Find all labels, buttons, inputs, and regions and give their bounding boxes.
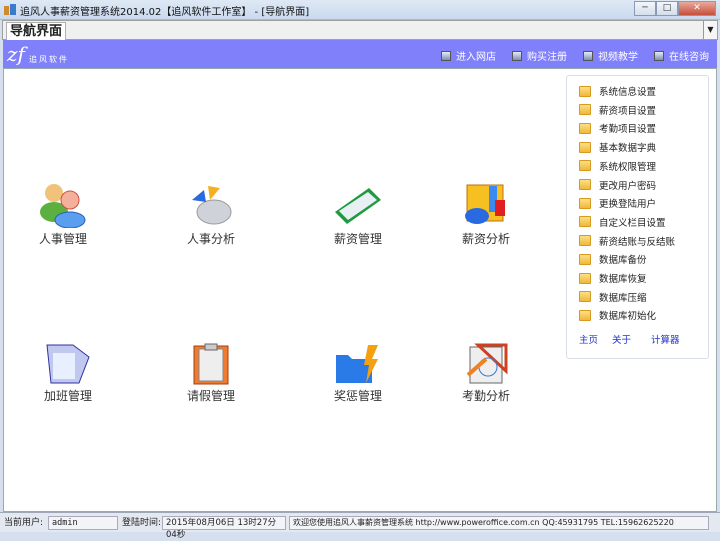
panel-item-label: 数据库初始化 — [599, 311, 657, 323]
module-hr-analysis[interactable]: 人事分析 — [161, 182, 261, 247]
note-icon — [579, 122, 591, 134]
banner: zf 追风软件 进入网店 购买注册 视频教学 在线咨询 — [3, 40, 717, 68]
pie-chart-icon — [192, 186, 232, 225]
current-user-label: 当前用户: — [4, 518, 44, 528]
link-register[interactable]: 购买注册 — [512, 48, 567, 63]
module-overtime-management[interactable]: 加班管理 — [18, 343, 118, 404]
tab-navigation[interactable]: 导航界面 — [6, 22, 67, 40]
minimize-button[interactable]: ─ — [634, 1, 656, 16]
panel-item-label: 薪资项目设置 — [599, 105, 657, 117]
note-icon — [579, 216, 591, 228]
checkbox-icon — [654, 50, 664, 61]
app-icon — [4, 4, 16, 15]
panel-item[interactable]: 考勤项目设置 — [579, 121, 656, 135]
tab-bar: 导航界面 ▼ — [2, 20, 718, 40]
module-reward-management[interactable]: 奖惩管理 — [308, 343, 408, 404]
note-icon — [579, 160, 591, 172]
panel-item[interactable]: 数据库初始化 — [579, 308, 656, 322]
note-icon — [579, 197, 591, 209]
module-label: 薪资管理 — [333, 232, 382, 246]
note-icon — [579, 272, 591, 284]
title-bar: 追风人事薪资管理系统2014.02【追风软件工作室】 - [导航界面] ─ □ … — [0, 0, 720, 20]
note-icon — [579, 235, 591, 247]
panel-item[interactable]: 基本数据字典 — [579, 140, 656, 154]
login-time-label: 登陆时间: — [122, 518, 162, 528]
bar-chart-icon — [465, 184, 505, 224]
checkbox-icon — [512, 50, 522, 61]
ruler-pencil-icon — [466, 343, 508, 384]
module-label: 加班管理 — [43, 389, 92, 403]
panel-item-label: 系统信息设置 — [599, 87, 657, 98]
module-salary-management[interactable]: 薪资管理 — [308, 182, 408, 247]
main-area: 人事管理 人事分析 薪资管理 薪资分析 加班管理 请假管理 奖惩管理 考勤分析 … — [3, 68, 717, 512]
current-user-value: admin — [48, 516, 118, 530]
panel-item-label: 数据库备份 — [599, 255, 647, 267]
module-salary-analysis[interactable]: 薪资分析 — [436, 182, 536, 247]
close-button[interactable]: ✕ — [678, 1, 716, 16]
link-video[interactable]: 视频教学 — [583, 48, 638, 63]
status-bar: 当前用户: admin 登陆时间: 2015年08月06日 13时27分04秒 … — [0, 512, 720, 540]
panel-item[interactable]: 数据库备份 — [579, 252, 647, 266]
link-label: 视频教学 — [598, 52, 638, 63]
panel-item[interactable]: 薪资结账与反结账 — [579, 234, 675, 248]
tab-dropdown-button[interactable]: ▼ — [703, 21, 717, 39]
module-leave-management[interactable]: 请假管理 — [161, 343, 261, 404]
panel-item-label: 考勤项目设置 — [599, 124, 657, 136]
module-attendance-analysis[interactable]: 考勤分析 — [436, 343, 536, 404]
logo-text: 追风软件 — [29, 55, 69, 64]
panel-item-label: 数据库压缩 — [599, 292, 647, 304]
panel-item-label: 数据库恢复 — [599, 274, 647, 285]
users-icon — [40, 184, 86, 228]
panel-item[interactable]: 更换登陆用户 — [579, 196, 656, 210]
module-hr-management[interactable]: 人事管理 — [13, 182, 113, 247]
notepad-icon — [46, 344, 90, 384]
link-about[interactable]: 关于 — [612, 332, 631, 346]
note-icon — [579, 85, 591, 97]
panel-item-label: 系统权限管理 — [599, 161, 657, 173]
panel-item-label: 更改用户密码 — [599, 180, 657, 192]
panel-item[interactable]: 系统权限管理 — [579, 159, 656, 173]
link-calculator[interactable]: 计算器 — [651, 332, 680, 346]
link-home[interactable]: 主页 — [579, 332, 598, 346]
panel-item[interactable]: 数据库压缩 — [579, 290, 647, 304]
module-label: 人事管理 — [38, 232, 87, 246]
settings-panel: 主页 关于 计算器 系统信息设置 薪资项目设置 考勤项目设置 基本数据字典 系统权限管理… — [566, 75, 709, 359]
module-label: 请假管理 — [186, 389, 235, 403]
note-icon — [579, 179, 591, 190]
link-shop[interactable]: 进入网店 — [441, 48, 496, 63]
window-title: 追风人事薪资管理系统2014.02【追风软件工作室】 - [导航界面] — [20, 7, 310, 18]
panel-item-label: 更换登陆用户 — [599, 199, 657, 211]
note-icon — [579, 141, 591, 153]
note-icon — [579, 309, 591, 321]
book-icon — [335, 188, 381, 224]
link-consult[interactable]: 在线咨询 — [654, 48, 709, 63]
module-label: 奖惩管理 — [333, 389, 382, 403]
checkbox-icon — [441, 50, 451, 61]
checkbox-icon — [583, 50, 593, 61]
panel-item[interactable]: 更改用户密码 — [579, 178, 656, 192]
panel-item-label: 薪资结账与反结账 — [599, 236, 676, 248]
login-time-value: 2015年08月06日 13时27分04秒 — [162, 516, 286, 540]
logo: zf — [7, 42, 25, 66]
maximize-button[interactable]: □ — [656, 1, 678, 16]
module-label: 薪资分析 — [461, 232, 510, 246]
module-label: 考勤分析 — [461, 389, 510, 403]
note-icon — [579, 104, 591, 116]
panel-item[interactable]: 自定义栏目设置 — [579, 215, 666, 229]
link-label: 购买注册 — [527, 52, 567, 63]
folder-lightning-icon — [336, 345, 378, 383]
module-label: 人事分析 — [186, 232, 235, 246]
link-label: 进入网店 — [456, 52, 496, 63]
panel-item[interactable]: 系统信息设置 — [579, 84, 656, 98]
panel-item[interactable]: 薪资项目设置 — [579, 103, 656, 117]
panel-item-label: 自定义栏目设置 — [599, 217, 666, 229]
note-icon — [579, 291, 591, 303]
panel-item-label: 基本数据字典 — [599, 143, 657, 155]
panel-item[interactable]: 数据库恢复 — [579, 271, 647, 285]
link-label: 在线咨询 — [669, 52, 709, 63]
clipboard-icon — [193, 343, 229, 385]
note-icon — [579, 253, 591, 265]
welcome-message: 欢迎您使用追风人事薪资管理系统 http://www.poweroffice.c… — [289, 516, 709, 530]
